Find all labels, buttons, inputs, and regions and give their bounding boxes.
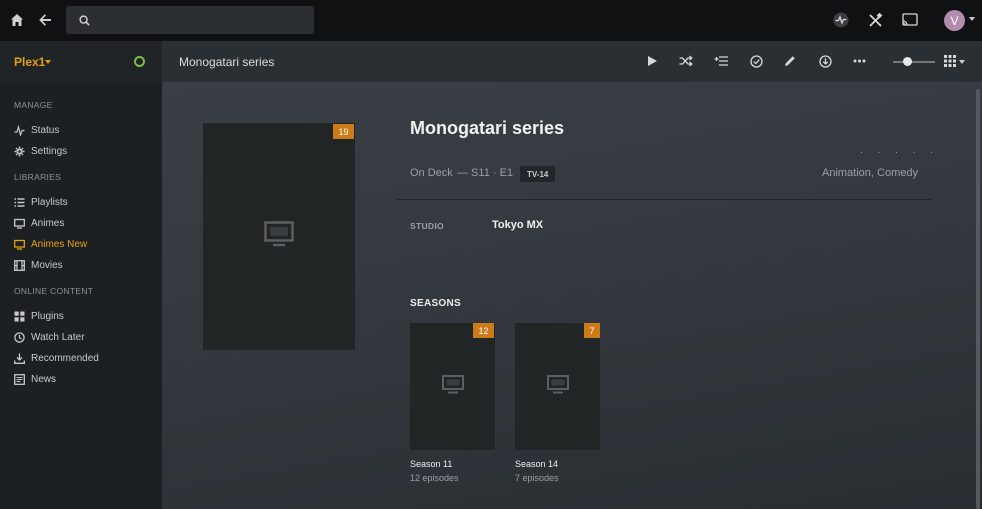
- mark-watched-icon[interactable]: [748, 53, 764, 69]
- play-icon[interactable]: [644, 53, 660, 69]
- list-icon: [14, 197, 25, 208]
- sidebar-item-news[interactable]: News: [14, 372, 56, 386]
- sidebar-item-plugins[interactable]: Plugins: [14, 309, 64, 323]
- season-unwatched-badge: 7: [584, 323, 600, 338]
- chevron-down-icon[interactable]: [959, 60, 965, 64]
- server-name: Plex1: [14, 55, 46, 69]
- chevron-down-icon: [45, 60, 51, 64]
- sidebar-item-label: Movies: [31, 259, 63, 271]
- season-title[interactable]: Season 11: [410, 459, 452, 469]
- search-input[interactable]: [66, 6, 314, 34]
- sidebar-item-label: News: [31, 373, 57, 385]
- scrollbar[interactable]: [976, 89, 980, 509]
- search-icon: [74, 10, 94, 30]
- sidebar-item-label: Plugins: [31, 310, 64, 322]
- avatar[interactable]: V: [944, 10, 965, 31]
- monitor-icon: [14, 218, 25, 229]
- sidebar-item-label: Animes: [31, 217, 65, 229]
- more-icon[interactable]: [851, 53, 867, 69]
- sidebar-item-label: Recommended: [31, 352, 99, 364]
- sidebar-item-animes-new[interactable]: Animes New: [14, 237, 87, 251]
- back-icon[interactable]: [35, 10, 55, 30]
- section-title-manage: MANAGE: [14, 100, 53, 110]
- on-deck-label: On Deck: [410, 167, 453, 179]
- season-card[interactable]: [410, 323, 495, 450]
- gear-icon: [14, 146, 25, 157]
- activity-icon[interactable]: [831, 10, 851, 30]
- tv-placeholder-icon: [264, 221, 294, 252]
- divider: [397, 199, 932, 200]
- seasons-heading: SEASONS: [410, 298, 462, 309]
- section-title-online-content: ONLINE CONTENT: [14, 286, 94, 296]
- series-poster[interactable]: [203, 123, 355, 350]
- add-to-queue-icon[interactable]: [713, 53, 729, 69]
- sidebar-item-playlists[interactable]: Playlists: [14, 195, 68, 209]
- season-episode-count: 7 episodes: [515, 473, 559, 483]
- sidebar-item-animes[interactable]: Animes: [14, 216, 64, 230]
- unwatched-badge: 19: [333, 124, 354, 139]
- avatar-letter: V: [950, 13, 959, 28]
- activity-icon: [14, 124, 25, 136]
- series-title: Monogatari series: [410, 118, 565, 138]
- newspaper-icon: [14, 373, 25, 385]
- grid-icon: [14, 311, 25, 322]
- season-unwatched-badge: 12: [473, 323, 494, 338]
- sidebar: Plex1 MANAGE Status Settings LIBRARIES P…: [0, 41, 162, 509]
- chevron-down-icon[interactable]: [969, 17, 975, 21]
- download-icon[interactable]: [817, 53, 833, 69]
- sidebar-item-label: Settings: [31, 145, 68, 157]
- section-title-libraries: LIBRARIES: [14, 172, 62, 182]
- shuffle-icon[interactable]: [678, 53, 694, 69]
- monitor-icon: [14, 239, 25, 250]
- content-rating-badge: TV-14: [520, 166, 556, 182]
- tools-icon[interactable]: [865, 10, 885, 30]
- sidebar-item-status[interactable]: Status: [14, 123, 59, 137]
- sidebar-item-label: Status: [31, 124, 60, 136]
- on-deck-episode[interactable]: — S11 · E1: [457, 167, 513, 179]
- sidebar-item-label: Watch Later: [31, 331, 85, 343]
- film-icon: [14, 259, 25, 271]
- main-content: Monogatari series 19 Monogatari series ·…: [162, 41, 982, 509]
- tv-placeholder-icon: [546, 374, 569, 399]
- size-slider-handle[interactable]: [903, 57, 912, 66]
- edit-icon[interactable]: [782, 53, 798, 69]
- season-card[interactable]: [515, 323, 600, 450]
- sidebar-item-movies[interactable]: Movies: [14, 258, 63, 272]
- sidebar-item-watch-later[interactable]: Watch Later: [14, 330, 85, 344]
- server-selector[interactable]: Plex1: [0, 41, 162, 82]
- sidebar-item-recommended[interactable]: Recommended: [14, 351, 99, 365]
- rating-dots[interactable]: · · · · ·: [860, 147, 939, 157]
- home-icon[interactable]: [7, 10, 27, 30]
- season-title[interactable]: Season 14: [515, 459, 558, 469]
- download-icon: [14, 353, 25, 364]
- clock-icon: [14, 331, 25, 343]
- top-bar: V: [0, 0, 982, 41]
- server-status-icon: [134, 56, 145, 67]
- genres: Animation, Comedy: [822, 167, 918, 179]
- studio-value: Tokyo MX: [492, 219, 544, 231]
- studio-label: STUDIO: [410, 221, 444, 231]
- season-episode-count: 12 episodes: [410, 473, 459, 483]
- toolbar: Monogatari series: [162, 41, 982, 82]
- sidebar-item-label: Animes New: [31, 238, 88, 250]
- sidebar-item-settings[interactable]: Settings: [14, 144, 67, 158]
- size-slider-track[interactable]: [893, 61, 935, 63]
- cast-icon[interactable]: [900, 10, 920, 30]
- grid-view-icon[interactable]: [942, 53, 958, 69]
- tv-placeholder-icon: [441, 374, 464, 399]
- page-title: Monogatari series: [179, 55, 275, 69]
- sidebar-item-label: Playlists: [31, 196, 68, 208]
